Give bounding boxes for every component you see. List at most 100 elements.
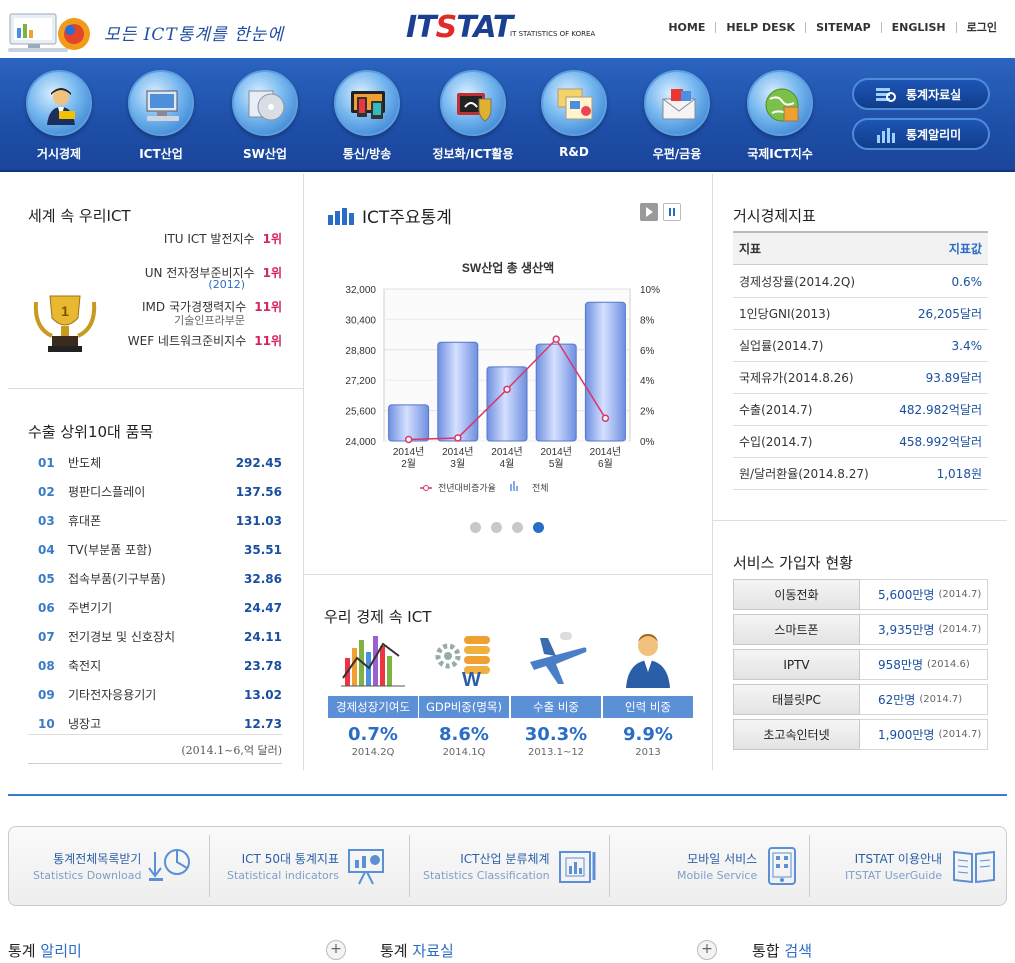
quick-link-mobile[interactable]: 모바일 서비스 Mobile Service	[677, 827, 807, 905]
brand-logo[interactable]: ITSTAT	[406, 10, 513, 45]
quick-link-main: 통계전체목록받기	[53, 852, 142, 866]
quick-link-indicators[interactable]: ICT 50대 통계지표 Statistical indicators	[227, 827, 407, 905]
macro-row[interactable]: 수출(2014.7) 482.982억달러	[733, 394, 988, 426]
macro-key: 경제성장률(2014.2Q)	[739, 275, 855, 289]
service-row[interactable]: IPTV 958만명 (2014.6)	[733, 649, 988, 680]
rank-value: 1위	[262, 266, 282, 280]
export-item[interactable]: 08 축전지 23.78	[38, 651, 282, 680]
chart-title: SW산업 총 생산액	[462, 260, 554, 275]
service-key: 태블릿PC	[733, 684, 860, 715]
macro-value: 26,205달러	[917, 307, 982, 321]
pause-button[interactable]	[663, 203, 681, 221]
rank-sub-un: (2012)	[208, 278, 245, 291]
guide-book-icon	[953, 850, 996, 884]
export-item[interactable]: 04 TV(부분품 포함) 35.51	[38, 535, 282, 564]
service-row[interactable]: 초고속인터넷 1,900만명 (2014.7)	[733, 719, 988, 750]
economy-tag: GDP비중(명목)	[419, 696, 509, 718]
macro-head-key: 지표	[739, 242, 762, 256]
category-label: 통신/방송	[342, 147, 392, 161]
service-row[interactable]: 이동전화 5,600만명 (2014.7)	[733, 579, 988, 610]
devices-icon	[351, 91, 385, 119]
export-item[interactable]: 09 기타전자응용기기 13.02	[38, 680, 282, 709]
export-item[interactable]: 02 평판디스플레이 137.56	[38, 477, 282, 506]
nav-sitemap[interactable]: SITEMAP	[805, 22, 881, 33]
footer-more-dataroom-button[interactable]: +	[697, 940, 717, 960]
category-telecom-broadcast[interactable]: 통신/방송	[320, 70, 414, 162]
legend-total: 전체	[532, 483, 549, 493]
chart-ytick-label: 27,200	[345, 376, 376, 387]
nav-login[interactable]: 로그인	[955, 22, 1007, 33]
macro-value: 482.982억달러	[899, 403, 982, 417]
macro-row[interactable]: 수입(2014.7) 458.992억달러	[733, 426, 988, 458]
macro-value: 458.992억달러	[899, 435, 982, 449]
category-macro[interactable]: 거시경제	[12, 70, 106, 162]
export-value: 35.51	[244, 542, 282, 557]
macro-value: 1,018원	[936, 467, 982, 481]
data-room-button[interactable]: 통계자료실	[852, 78, 990, 110]
site-logo-icon[interactable]	[8, 10, 96, 54]
category-postal-finance[interactable]: 우편/금융	[630, 70, 724, 162]
category-international-ict[interactable]: 국제ICT지수	[733, 70, 827, 162]
chart-xtick-label-line2: 4월	[500, 458, 515, 470]
pager-dot[interactable]	[512, 522, 523, 533]
play-button[interactable]	[640, 203, 658, 221]
nav-help-desk[interactable]: HELP DESK	[715, 22, 805, 33]
chart-ytick-label: 30,400	[345, 315, 376, 326]
chart-ytick-label: 24,000	[345, 437, 376, 448]
service-value: 958만명	[878, 658, 923, 672]
export-item[interactable]: 05 접속부품(기구부품) 32.86	[38, 564, 282, 593]
export-item[interactable]: 03 휴대폰 131.03	[38, 506, 282, 535]
macro-row[interactable]: 경제성장률(2014.2Q) 0.6%	[733, 266, 988, 298]
export-item[interactable]: 06 주변기기 24.47	[38, 593, 282, 622]
export-name: 기타전자응용기기	[68, 688, 157, 702]
chart-y2tick-label: 6%	[640, 346, 655, 357]
stat-alarm-button[interactable]: 통계알리미	[852, 118, 990, 150]
economy-item-workforce[interactable]: 인력 비중 9.9% 2013	[603, 628, 693, 758]
export-note: (2014.1~6,억 달러)	[28, 734, 282, 764]
pager-dot-active[interactable]	[533, 522, 544, 533]
macro-row[interactable]: 국제유가(2014.8.26) 93.89달러	[733, 362, 988, 394]
macro-row[interactable]: 실업률(2014.7) 3.4%	[733, 330, 988, 362]
export-item[interactable]: 07 전기경보 및 신호장치 24.11	[38, 622, 282, 651]
category-rnd[interactable]: R&D	[527, 70, 621, 159]
export-rank: 04	[38, 542, 55, 557]
category-ict-industry[interactable]: ICT산업	[114, 70, 208, 162]
macro-row[interactable]: 원/달러환율(2014.8.27) 1,018원	[733, 458, 988, 490]
pager-dot[interactable]	[491, 522, 502, 533]
brand-it: IT	[406, 10, 437, 45]
export-value: 23.78	[244, 658, 282, 673]
pager-dot[interactable]	[470, 522, 481, 533]
service-row[interactable]: 태블릿PC 62만명 (2014.7)	[733, 684, 988, 715]
economy-item-gdp[interactable]: W GDP비중(명목) 8.6% 2014.1Q	[419, 628, 509, 758]
rank-value: 11위	[254, 334, 282, 348]
chart-xtick-label-line1: 2014년	[540, 446, 571, 458]
service-row[interactable]: 스마트폰 3,935만명 (2014.7)	[733, 614, 988, 645]
category-sw-industry[interactable]: SW산업	[218, 70, 312, 162]
quick-link-guide[interactable]: ITSTAT 이용안내 ITSTAT UserGuide	[845, 827, 1005, 905]
quick-link-download[interactable]: 통계전체목록받기 Statistics Download	[33, 827, 208, 905]
economy-period: 2013	[635, 747, 661, 758]
service-value: 62만명	[878, 693, 916, 707]
rank-wef: WEF 네트워크준비지수 11위	[128, 332, 282, 349]
chart-y2tick-label: 2%	[640, 407, 655, 418]
chart-growth-point	[601, 414, 610, 422]
pause-icon	[669, 208, 675, 216]
macro-row[interactable]: 1인당GNI(2013) 26,205달러	[733, 298, 988, 330]
economy-item-export[interactable]: 수출 비중 30.3% 2013.1~12	[511, 628, 601, 758]
export-item[interactable]: 01 반도체 292.45	[38, 448, 282, 477]
footer-more-alarm-button[interactable]: +	[326, 940, 346, 960]
footer-title-a: 통계	[8, 942, 36, 960]
economy-tag: 경제성장기여도	[328, 696, 418, 718]
category-informatization[interactable]: 정보화/ICT활용	[426, 70, 520, 162]
chart-growth-point	[454, 434, 462, 442]
export-value: 32.86	[244, 571, 282, 586]
slogan: 모든 ICT통계를 한눈에	[104, 25, 284, 45]
nav-english[interactable]: ENGLISH	[880, 22, 956, 33]
stat-alarm-label: 통계알리미	[906, 127, 962, 142]
presentation-icon	[348, 849, 384, 885]
economy-item-growth[interactable]: 경제성장기여도 0.7% 2014.2Q	[328, 628, 418, 758]
brand-subtitle: IT STATISTICS OF KOREA	[510, 30, 596, 38]
quick-link-classification[interactable]: ICT산업 분류체계 Statistics Classification	[423, 827, 609, 905]
nav-home[interactable]: HOME	[658, 22, 715, 33]
section-divider	[8, 794, 1007, 796]
